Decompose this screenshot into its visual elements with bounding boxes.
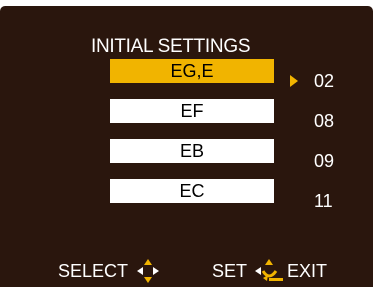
menu-item-value: 09 bbox=[314, 151, 335, 171]
select-label: SELECT bbox=[58, 261, 129, 281]
menu-item-eb[interactable]: EB bbox=[110, 139, 274, 163]
three-way-arrows-icon bbox=[255, 259, 283, 281]
page-title: INITIAL SETTINGS bbox=[91, 36, 251, 57]
menu-item-value: 11 bbox=[314, 191, 333, 211]
menu-item-value: 08 bbox=[314, 111, 335, 131]
menu-item-ec[interactable]: EC bbox=[110, 179, 274, 203]
set-label: SET bbox=[212, 261, 248, 281]
four-way-arrows-icon bbox=[137, 259, 159, 283]
settings-screen: INITIAL SETTINGS EG,E 02 EF 08 EB 09 EC … bbox=[0, 6, 373, 287]
exit-label: EXIT bbox=[287, 261, 328, 281]
menu-item-value: 02 bbox=[314, 71, 335, 91]
menu-item-eg-e[interactable]: EG,E bbox=[110, 59, 274, 83]
menu-item-ef[interactable]: EF bbox=[110, 99, 274, 123]
selection-arrow-icon bbox=[290, 75, 298, 87]
